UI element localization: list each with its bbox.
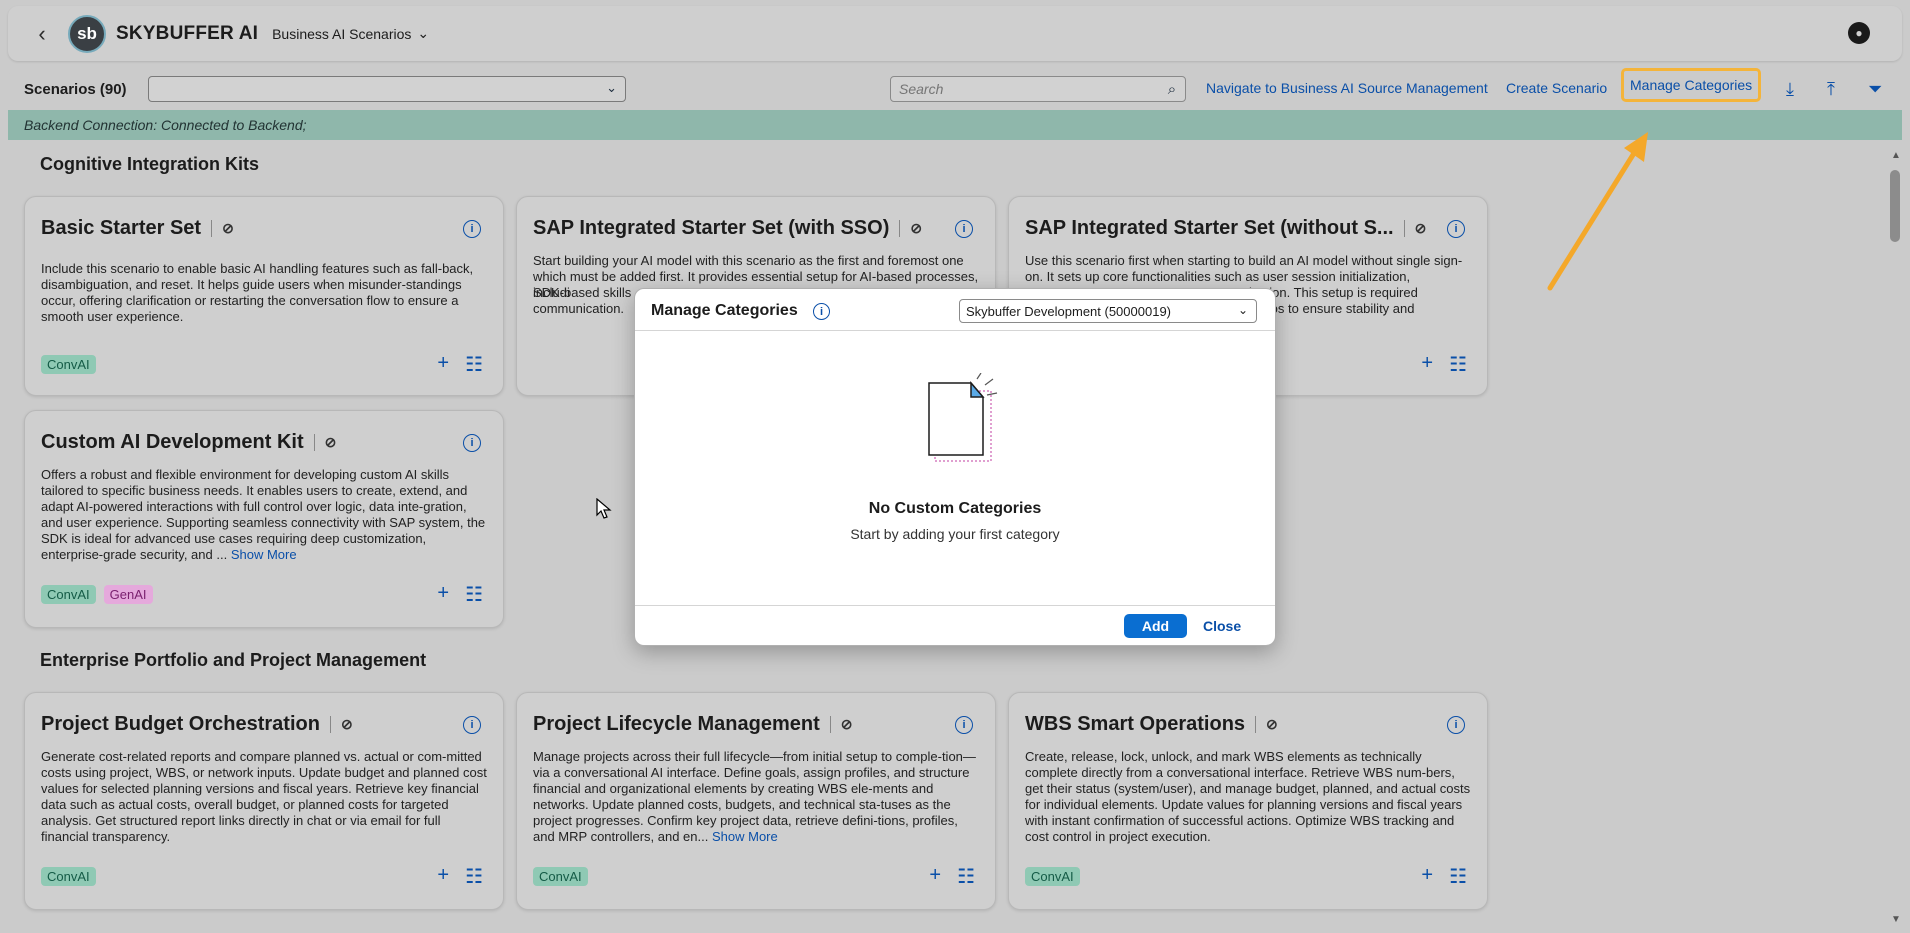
unpin-icon[interactable]: ⊘ xyxy=(313,434,336,451)
toolbar: Scenarios (90) ⌄ ⌕ Navigate to Business … xyxy=(8,68,1902,108)
card-title: Basic Starter Set xyxy=(41,217,202,239)
scenario-card[interactable]: Custom AI Development Kit ⊘ i Offers a ro… xyxy=(24,410,504,628)
dialog-header: Manage Categories i Skybuffer Developmen… xyxy=(635,289,1275,331)
dialog-footer: Add Close xyxy=(635,605,1275,645)
tag-convai: ConvAI xyxy=(533,867,588,886)
settings-icon[interactable]: ☷ xyxy=(957,864,975,889)
info-icon[interactable]: i xyxy=(463,220,481,238)
empty-state-title: No Custom Categories xyxy=(868,500,1042,517)
info-icon[interactable]: i xyxy=(813,303,830,320)
card-title: WBS Smart Operations xyxy=(1025,713,1246,735)
add-icon[interactable]: + xyxy=(1421,864,1433,889)
chevron-left-icon: ‹ xyxy=(38,20,46,46)
unpin-icon[interactable]: ⊘ xyxy=(899,220,922,237)
download-icon[interactable]: ⤓ xyxy=(1786,79,1794,100)
tag-convai: ConvAI xyxy=(41,355,96,374)
add-icon[interactable]: + xyxy=(437,864,449,889)
section-title-enterprise: Enterprise Portfolio and Project Managem… xyxy=(40,650,427,670)
empty-state-subtitle: Start by adding your first category xyxy=(850,526,1060,542)
mouse-cursor-icon xyxy=(596,498,612,519)
add-icon[interactable]: + xyxy=(1421,352,1433,377)
tag-genai: GenAI xyxy=(103,585,153,604)
logo: sb xyxy=(68,14,106,53)
category-filter-select[interactable]: ⌄ xyxy=(148,76,626,102)
scenario-card[interactable]: Basic Starter Set ⊘ i Include this scenar… xyxy=(24,196,504,396)
brand-title: SKYBUFFER AI xyxy=(116,22,259,44)
card-description: Generate cost-related reports and compar… xyxy=(41,749,487,844)
tag-convai: ConvAI xyxy=(41,585,96,604)
navigate-source-management-link[interactable]: Navigate to Business AI Source Managemen… xyxy=(1206,80,1488,96)
info-icon[interactable]: i xyxy=(463,716,481,734)
add-icon[interactable]: + xyxy=(437,582,449,607)
manage-categories-dialog: Manage Categories i Skybuffer Developmen… xyxy=(634,288,1276,646)
card-title: Project Budget Orchestration xyxy=(41,713,320,735)
dialog-title: Manage Categories xyxy=(651,302,798,319)
unpin-icon[interactable]: ⊘ xyxy=(329,716,353,733)
chevron-down-icon: ⌄ xyxy=(606,80,617,95)
scenario-card[interactable]: Project Budget Orchestration ⊘ i Generate… xyxy=(24,692,504,910)
unpin-icon[interactable]: ⊘ xyxy=(1403,220,1426,237)
search-field[interactable]: ⌕ xyxy=(890,76,1186,102)
settings-icon[interactable]: ☷ xyxy=(1449,352,1467,377)
scenario-card[interactable]: WBS Smart Operations ⊘ i Create, release,… xyxy=(1008,692,1488,910)
search-icon[interactable]: ⌕ xyxy=(1159,81,1185,98)
tag-convai: ConvAI xyxy=(1025,867,1080,886)
info-icon[interactable]: i xyxy=(1447,716,1465,734)
create-scenario-link[interactable]: Create Scenario xyxy=(1506,80,1607,96)
system-select[interactable]: Skybuffer Development (50000019) ⌄ xyxy=(959,299,1257,323)
manage-categories-link[interactable]: Manage Categories xyxy=(1621,68,1762,102)
info-icon[interactable]: i xyxy=(955,220,973,238)
chevron-down-icon: ⌄ xyxy=(1237,303,1248,317)
filter-icon[interactable]: ⏷ xyxy=(1868,79,1882,100)
card-description: Use this scenario first when starting to… xyxy=(1025,253,1463,284)
close-button[interactable]: Close xyxy=(1203,618,1241,634)
back-button[interactable]: ‹ xyxy=(22,21,62,47)
add-icon[interactable]: + xyxy=(929,864,941,889)
card-description-cont: narios to ensure stability and xyxy=(1249,301,1415,316)
info-icon[interactable]: i xyxy=(1447,220,1465,238)
info-icon[interactable]: i xyxy=(955,716,973,734)
scenarios-count-title: Scenarios (90) xyxy=(24,80,127,98)
show-more-link[interactable]: Show More xyxy=(231,547,297,562)
upload-icon[interactable]: ⤒ xyxy=(1827,79,1835,100)
empty-document-icon xyxy=(928,373,998,462)
scrollbar-thumb[interactable] xyxy=(1890,170,1900,242)
app-menu-button[interactable]: Business AI Scenarios ⌄ xyxy=(272,25,429,42)
settings-icon[interactable]: ☷ xyxy=(1449,864,1467,889)
unpin-icon[interactable]: ⊘ xyxy=(829,716,853,733)
card-title: SAP Integrated Starter Set (without S... xyxy=(1025,217,1394,239)
card-description: Include this scenario to enable basic AI… xyxy=(41,261,474,324)
info-icon[interactable]: i xyxy=(463,434,481,452)
unpin-icon[interactable]: ⊘ xyxy=(211,220,234,237)
settings-icon[interactable]: ☷ xyxy=(465,352,483,377)
scrollbar[interactable]: ▲ ▼ xyxy=(1890,148,1901,928)
chevron-down-icon: ⌄ xyxy=(417,25,430,41)
system-select-value: Skybuffer Development (50000019) xyxy=(966,303,1171,319)
card-title: Project Lifecycle Management xyxy=(533,713,820,735)
add-button[interactable]: Add xyxy=(1124,614,1187,638)
settings-icon[interactable]: ☷ xyxy=(465,864,483,889)
section-title-cognitive: Cognitive Integration Kits xyxy=(40,154,260,174)
annotation-arrow-icon xyxy=(1547,132,1648,291)
card-description: Create, release, lock, unlock, and mark … xyxy=(1025,749,1471,844)
github-icon[interactable]: ● xyxy=(1848,22,1870,44)
scroll-up-icon[interactable]: ▲ xyxy=(1891,150,1901,161)
tag-convai: ConvAI xyxy=(41,867,96,886)
search-input[interactable] xyxy=(891,81,1159,97)
show-more-link[interactable]: Show More xyxy=(712,829,778,844)
card-title: SAP Integrated Starter Set (with SSO) xyxy=(533,217,890,239)
shell-bar: ‹ sb SKYBUFFER AI Business AI Scenarios … xyxy=(8,6,1902,61)
add-icon[interactable]: + xyxy=(437,352,449,377)
scenario-card[interactable]: Project Lifecycle Management ⊘ i Manage p… xyxy=(516,692,996,910)
settings-icon[interactable]: ☷ xyxy=(465,582,483,607)
unpin-icon[interactable]: ⊘ xyxy=(1255,716,1278,733)
scroll-down-icon[interactable]: ▼ xyxy=(1891,914,1901,925)
card-title: Custom AI Development Kit xyxy=(41,431,304,453)
app-menu-label: Business AI Scenarios xyxy=(272,25,412,42)
card-description-cont: ication. This setup is required xyxy=(1249,285,1418,300)
